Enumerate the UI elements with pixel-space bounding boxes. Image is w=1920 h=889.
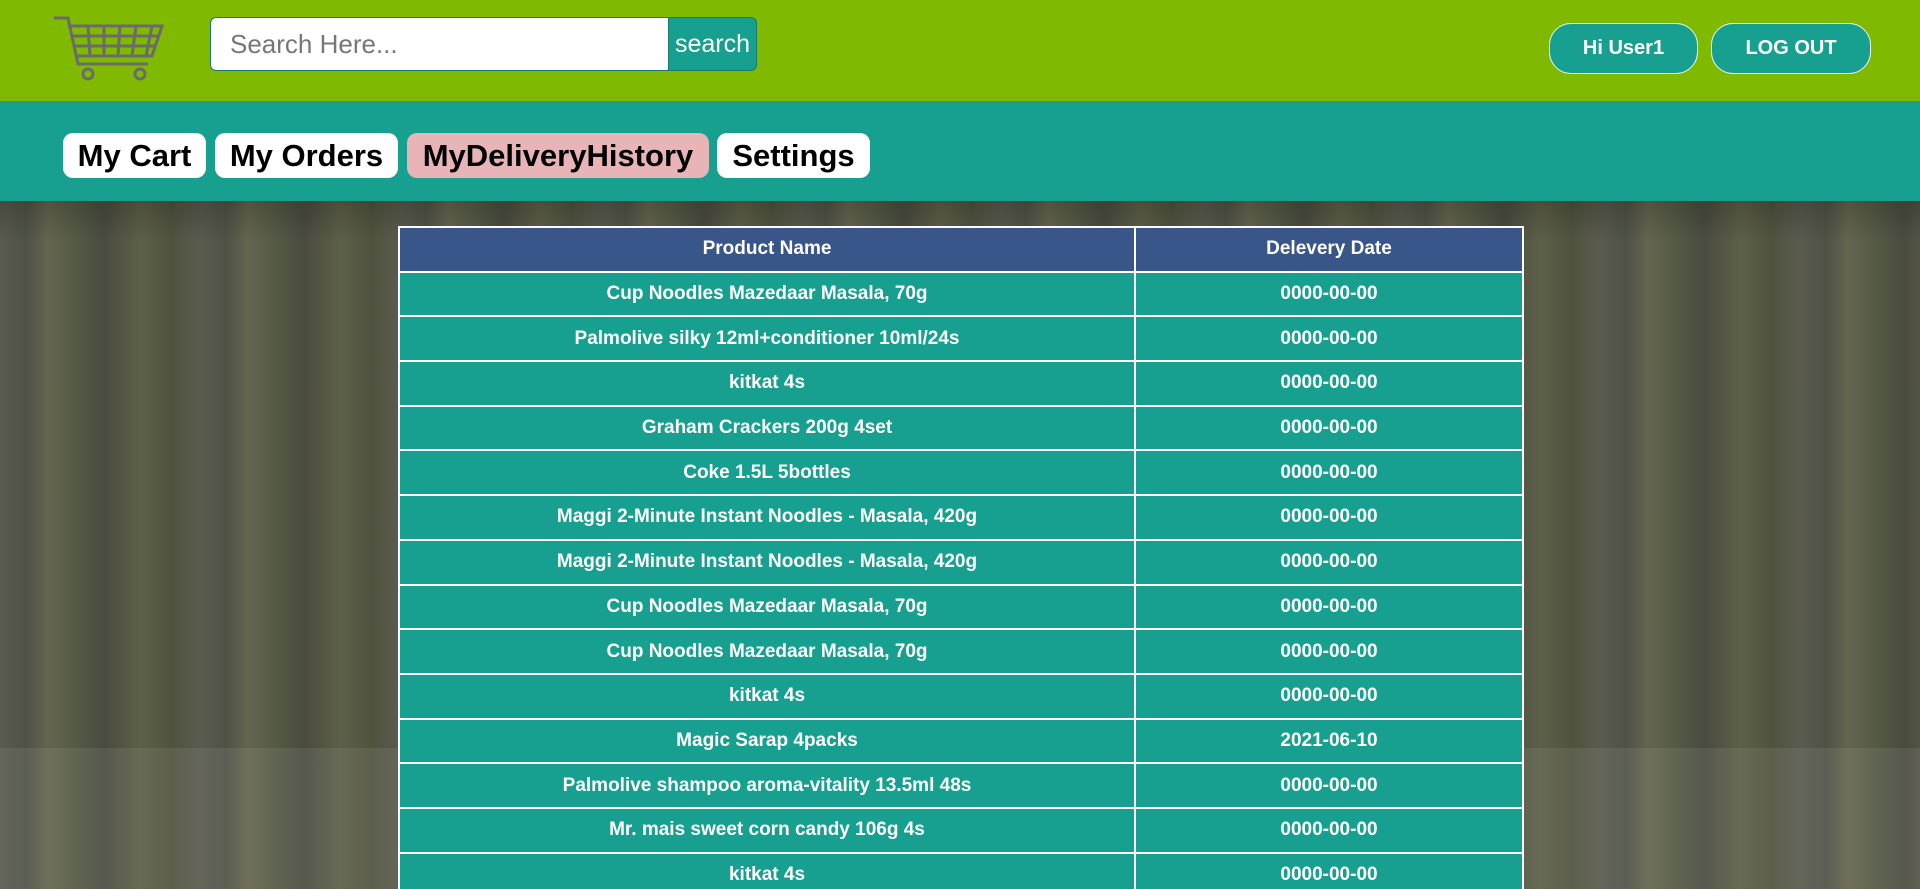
product-name-cell: kitkat 4s bbox=[398, 360, 1136, 407]
delivery-date-cell: 0000-00-00 bbox=[1134, 583, 1524, 631]
search-input[interactable] bbox=[210, 17, 669, 71]
tab-settings[interactable]: Settings bbox=[717, 133, 870, 178]
product-name-cell: kitkat 4s bbox=[398, 851, 1136, 889]
search-button[interactable]: search bbox=[669, 17, 757, 71]
table-row: Mr. mais sweet corn candy 106g 4s 0000-00… bbox=[398, 806, 1524, 854]
delivery-date-cell: 0000-00-00 bbox=[1134, 628, 1524, 675]
delivery-date-cell: 0000-00-00 bbox=[1134, 851, 1524, 889]
column-header-delivery-date: Delevery Date bbox=[1134, 226, 1524, 273]
delivery-date-cell: 0000-00-00 bbox=[1134, 494, 1524, 541]
table-row: Palmolive silky 12ml+conditioner 10ml/24… bbox=[398, 315, 1524, 363]
table-row: Cup Noodles Mazedaar Masala, 70g 0000-00-… bbox=[398, 628, 1524, 675]
table-row: Maggi 2-Minute Instant Noodles - Masala,… bbox=[398, 494, 1524, 541]
product-name-cell: Maggi 2-Minute Instant Noodles - Masala,… bbox=[398, 494, 1136, 541]
delivery-date-cell: 0000-00-00 bbox=[1134, 672, 1524, 720]
delivery-date-cell: 2021-06-10 bbox=[1134, 717, 1524, 765]
delivery-history-table: Product Name Delevery Date Cup Noodles M… bbox=[398, 226, 1524, 889]
product-name-cell: Cup Noodles Mazedaar Masala, 70g bbox=[398, 583, 1136, 631]
delivery-date-cell: 0000-00-00 bbox=[1134, 538, 1524, 586]
user-greeting-button[interactable]: Hi User1 bbox=[1549, 23, 1698, 74]
product-name-cell: Mr. mais sweet corn candy 106g 4s bbox=[398, 806, 1136, 854]
table-row: Coke 1.5L 5bottles 0000-00-00 bbox=[398, 449, 1524, 497]
table-row: kitkat 4s 0000-00-00 bbox=[398, 672, 1524, 720]
shopping-cart-icon[interactable] bbox=[52, 14, 166, 84]
product-name-cell: Coke 1.5L 5bottles bbox=[398, 449, 1136, 497]
table-row: Graham Crackers 200g 4set 0000-00-00 bbox=[398, 404, 1524, 452]
product-name-cell: kitkat 4s bbox=[398, 672, 1136, 720]
product-name-cell: Magic Sarap 4packs bbox=[398, 717, 1136, 765]
table-row: Cup Noodles Mazedaar Masala, 70g 0000-00-… bbox=[398, 583, 1524, 631]
product-name-cell: Cup Noodles Mazedaar Masala, 70g bbox=[398, 270, 1136, 318]
delivery-date-cell: 0000-00-00 bbox=[1134, 270, 1524, 318]
table-row: Palmolive shampoo aroma-vitality 13.5ml … bbox=[398, 762, 1524, 809]
top-header: search Hi User1 LOG OUT bbox=[0, 0, 1920, 101]
delivery-date-cell: 0000-00-00 bbox=[1134, 806, 1524, 854]
delivery-date-cell: 0000-00-00 bbox=[1134, 762, 1524, 809]
column-header-product-name: Product Name bbox=[398, 226, 1136, 273]
table-row: Magic Sarap 4packs 2021-06-10 bbox=[398, 717, 1524, 765]
tab-my-cart[interactable]: My Cart bbox=[63, 133, 206, 178]
product-name-cell: Palmolive shampoo aroma-vitality 13.5ml … bbox=[398, 762, 1136, 809]
table-row: kitkat 4s 0000-00-00 bbox=[398, 851, 1524, 889]
product-name-cell: Maggi 2-Minute Instant Noodles - Masala,… bbox=[398, 538, 1136, 586]
product-name-cell: Palmolive silky 12ml+conditioner 10ml/24… bbox=[398, 315, 1136, 363]
table-row: Cup Noodles Mazedaar Masala, 70g 0000-00-… bbox=[398, 270, 1524, 318]
product-name-cell: Graham Crackers 200g 4set bbox=[398, 404, 1136, 452]
table-header-row: Product Name Delevery Date bbox=[398, 226, 1524, 273]
tab-my-orders[interactable]: My Orders bbox=[215, 133, 398, 178]
delivery-date-cell: 0000-00-00 bbox=[1134, 360, 1524, 407]
logout-button[interactable]: LOG OUT bbox=[1711, 23, 1871, 74]
delivery-date-cell: 0000-00-00 bbox=[1134, 404, 1524, 452]
delivery-date-cell: 0000-00-00 bbox=[1134, 449, 1524, 497]
search-bar: search bbox=[210, 17, 757, 71]
table-row: kitkat 4s 0000-00-00 bbox=[398, 360, 1524, 407]
product-name-cell: Cup Noodles Mazedaar Masala, 70g bbox=[398, 628, 1136, 675]
delivery-date-cell: 0000-00-00 bbox=[1134, 315, 1524, 363]
tab-my-delivery-history[interactable]: MyDeliveryHistory bbox=[407, 133, 709, 178]
table-row: Maggi 2-Minute Instant Noodles - Masala,… bbox=[398, 538, 1524, 586]
